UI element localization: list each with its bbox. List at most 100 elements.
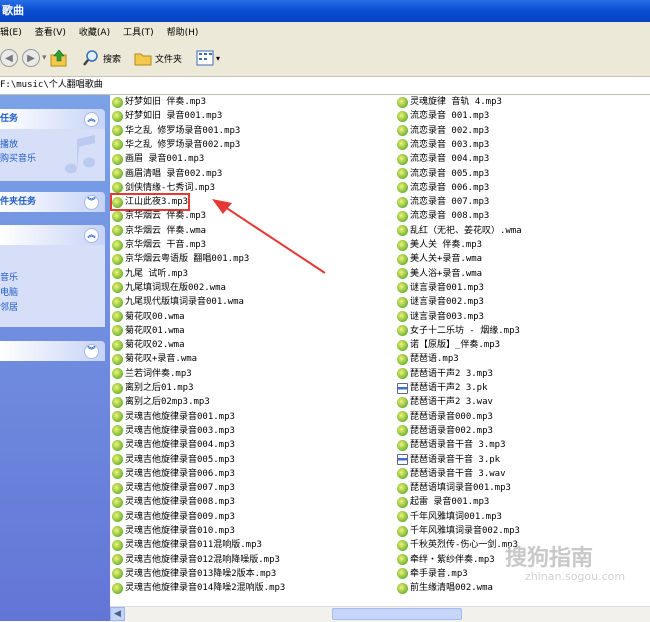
file-item[interactable]: 华之乱 修罗场录音001.mp3	[112, 124, 240, 138]
menu-tools[interactable]: 工具(T)	[123, 25, 154, 38]
tasks-panel-header[interactable]: 任务 ︽	[0, 109, 105, 129]
file-item[interactable]: 兰若词伴奏.mp3	[112, 367, 192, 381]
file-item[interactable]: 灵魂吉他旋律录音011混响版.mp3	[112, 538, 262, 552]
file-item-highlighted[interactable]: 江山此夜3.mp3	[109, 193, 191, 212]
folders-button[interactable]: 文件夹	[134, 48, 182, 68]
other-places-panel-header[interactable]: ︽	[0, 225, 105, 245]
audio-file-icon	[397, 282, 408, 294]
file-item[interactable]: 灵魂吉他旋律录音013降噪2版本.mp3	[112, 567, 276, 581]
view-mode-button[interactable]: ▾	[196, 48, 220, 68]
expand-icon[interactable]: ︾	[84, 344, 99, 359]
collapse-icon[interactable]: ︽	[84, 112, 99, 127]
task-play[interactable]: 播放	[0, 137, 18, 150]
file-item[interactable]: 谜言录音003.mp3	[397, 310, 484, 324]
file-item[interactable]: 美人关+录音.wma	[397, 252, 482, 266]
expand-icon[interactable]: ︾	[84, 195, 99, 210]
file-item[interactable]: 起雷 录音001.mp3	[397, 495, 489, 509]
file-item[interactable]: 流恋录音 001.mp3	[397, 109, 489, 123]
file-item[interactable]: 京华烟云 伴奏.mp3	[112, 209, 206, 223]
file-item[interactable]: 灵魂吉他旋律录音003.mp3	[112, 424, 235, 438]
file-item[interactable]: 流恋录音 007.mp3	[397, 195, 489, 209]
file-item[interactable]: 前生缘清唱002.wma	[397, 581, 493, 595]
file-item[interactable]: 诺【原版】_伴奏.mp3	[397, 338, 500, 352]
file-item[interactable]: 京华烟云 伴奏.wma	[112, 224, 206, 238]
file-item[interactable]: 灵魂吉他旋律录音010.mp3	[112, 524, 235, 538]
file-item[interactable]: 乱红（无祀、姜花叹）.wma	[397, 224, 522, 238]
file-item[interactable]: 灵魂吉他旋律录音008.mp3	[112, 495, 235, 509]
file-item[interactable]: 千秋英烈传-伤心一剑.mp3	[397, 538, 518, 552]
file-item[interactable]: 菊花叹01.wma	[112, 324, 185, 338]
place-computer[interactable]: 电脑	[0, 285, 18, 298]
file-item[interactable]: 琵琶语.mp3	[397, 352, 459, 366]
file-item[interactable]: 谜言录音001.mp3	[397, 281, 484, 295]
file-item[interactable]: 琵琶语录音002.mp3	[397, 424, 493, 438]
scroll-thumb[interactable]	[332, 608, 462, 620]
file-item[interactable]: 琵琶语干声2 3.wav	[397, 395, 493, 409]
file-item[interactable]: 琵琶语录音干音 3.mp3	[397, 438, 506, 452]
file-item[interactable]: 灵魂吉他旋律录音014降噪2混响版.mp3	[112, 581, 285, 595]
up-folder-button[interactable]	[50, 48, 68, 68]
file-item[interactable]: 华之乱 修罗场录音002.mp3	[112, 138, 240, 152]
file-item[interactable]: 灵魂吉他旋律录音012混响降噪版.mp3	[112, 553, 280, 567]
file-item[interactable]: 琵琶语录音干音 3.pk	[397, 453, 500, 467]
file-item[interactable]: 琵琶语干声2 3.pk	[397, 381, 488, 395]
file-item[interactable]: 千年风雅填词001.mp3	[397, 510, 502, 524]
file-item[interactable]: 九尾填词现在版002.wma	[112, 281, 226, 295]
file-item[interactable]: 琵琶语填词录音001.mp3	[397, 481, 511, 495]
task-buy-music[interactable]: 购买音乐	[0, 151, 36, 164]
menu-view[interactable]: 查看(V)	[35, 25, 66, 38]
place-music[interactable]: 音乐	[0, 270, 18, 283]
file-item[interactable]: 菊花叹+录音.wma	[112, 352, 197, 366]
folder-tasks-panel-header[interactable]: 件夹任务 ︾	[0, 192, 105, 212]
file-item[interactable]: 离别之后01.mp3	[112, 381, 194, 395]
file-item[interactable]: 流恋录音 008.mp3	[397, 209, 489, 223]
file-item[interactable]: 流恋录音 003.mp3	[397, 138, 489, 152]
back-button[interactable]: ◀	[0, 48, 18, 68]
file-item[interactable]: 灵魂吉他旋律录音001.mp3	[112, 410, 235, 424]
place-network[interactable]: 邻居	[0, 300, 18, 313]
file-item[interactable]: 灵魂吉他旋律录音006.mp3	[112, 467, 235, 481]
details-panel-header[interactable]: ︾	[0, 341, 105, 361]
file-item[interactable]: 牵绊・紫纱伴奏.mp3	[397, 553, 495, 567]
folders-label: 文件夹	[155, 54, 183, 65]
menu-favorites[interactable]: 收藏(A)	[79, 25, 110, 38]
menu-edit[interactable]: 辑(E)	[0, 25, 22, 38]
file-item[interactable]: 灵魂吉他旋律录音007.mp3	[112, 481, 235, 495]
file-item[interactable]: 画眉清唱 录音002.mp3	[112, 167, 222, 181]
file-item[interactable]: 九尾 试听.mp3	[112, 267, 188, 281]
file-item[interactable]: 灵魂吉他旋律录音009.mp3	[112, 510, 235, 524]
address-bar[interactable]: F:\music\个人翻唱歌曲	[0, 77, 650, 95]
file-item[interactable]: 美人浴+录音.wma	[397, 267, 482, 281]
file-item[interactable]: 琵琶语干声2 3.mp3	[397, 367, 493, 381]
search-button[interactable]: 搜索	[82, 48, 121, 68]
file-item[interactable]: 牵手录音.mp3	[397, 567, 468, 581]
file-item[interactable]: 流恋录音 004.mp3	[397, 152, 489, 166]
file-item[interactable]: 美人关 伴奏.mp3	[397, 238, 482, 252]
menu-help[interactable]: 帮助(H)	[167, 25, 199, 38]
file-name: 乱红（无祀、姜花叹）.wma	[410, 225, 522, 236]
forward-button[interactable]: ▶ ▾	[22, 48, 47, 68]
file-item[interactable]: 流恋录音 005.mp3	[397, 167, 489, 181]
file-item[interactable]: 京华烟云 干音.mp3	[112, 238, 206, 252]
file-item[interactable]: 琵琶语录音000.mp3	[397, 410, 493, 424]
file-item[interactable]: 好梦如旧 录音001.mp3	[112, 109, 222, 123]
collapse-icon[interactable]: ︽	[84, 228, 99, 243]
file-item[interactable]: 好梦如旧 伴奏.mp3	[112, 95, 206, 109]
file-item[interactable]: 剑侠情缘-七秀词.mp3	[112, 181, 215, 195]
file-item[interactable]: 千年风雅填词录音002.mp3	[397, 524, 520, 538]
file-item[interactable]: 菊花叹00.wma	[112, 310, 185, 324]
file-item[interactable]: 流恋录音 002.mp3	[397, 124, 489, 138]
file-item[interactable]: 离别之后02mp3.mp3	[112, 395, 210, 409]
horizontal-scrollbar[interactable]: ◀	[110, 606, 650, 622]
file-item[interactable]: 流恋录音 006.mp3	[397, 181, 489, 195]
file-item[interactable]: 灵魂旋律 音轨 4.mp3	[397, 95, 502, 109]
file-item[interactable]: 九尾现代版填词录音001.wma	[112, 295, 244, 309]
file-item[interactable]: 灵魂吉他旋律录音004.mp3	[112, 438, 235, 452]
file-item[interactable]: 画眉 录音001.mp3	[112, 152, 204, 166]
file-item[interactable]: 菊花叹02.wma	[112, 338, 185, 352]
file-item[interactable]: 女子十二乐坊 - 烟缘.mp3	[397, 324, 520, 338]
scroll-left-icon[interactable]: ◀	[110, 607, 125, 621]
file-item[interactable]: 琵琶语录音干音 3.wav	[397, 467, 506, 481]
file-item[interactable]: 谜言录音002.mp3	[397, 295, 484, 309]
file-item[interactable]: 灵魂吉他旋律录音005.mp3	[112, 453, 235, 467]
